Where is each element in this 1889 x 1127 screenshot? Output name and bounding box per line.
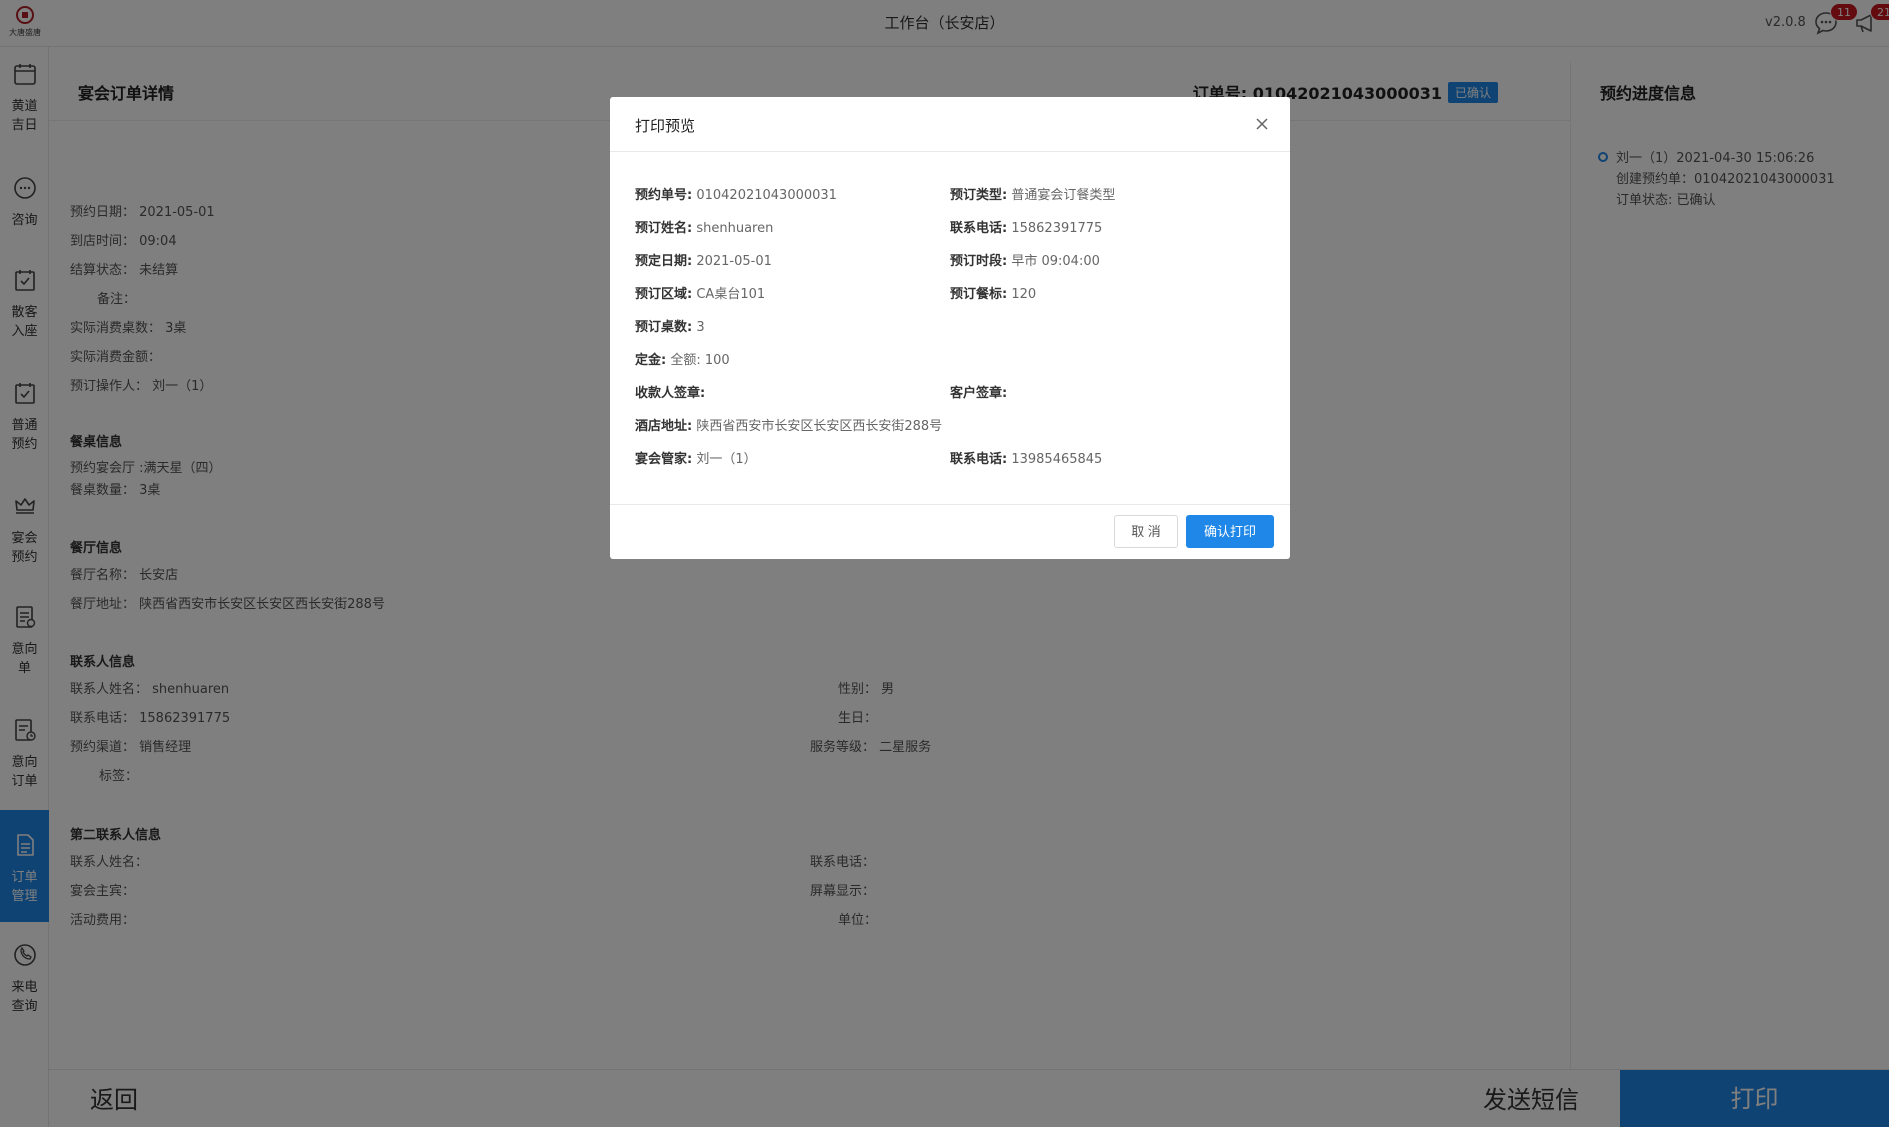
field-steward: 宴会管家: 刘一（1） [635,448,757,467]
dialog-footer: 取 消 确认打印 [610,504,1290,559]
print-preview-dialog: 打印预览 预约单号: 01042021043000031 预订类型: 普通宴会订… [610,97,1290,559]
field-tables: 预订桌数: 3 [635,316,705,335]
field-label: 宴会管家: [635,452,693,467]
field-value: 普通宴会订餐类型 [1011,188,1116,203]
field-value: shenhuaren [696,221,774,236]
field-label: 联系电话: [950,221,1008,236]
field-steward-phone: 联系电话: 13985465845 [950,448,1102,467]
field-order-no: 预约单号: 01042021043000031 [635,184,837,203]
field-label: 预约单号: [635,188,693,203]
field-value: 陕西省西安市长安区长安区西长安街288号 [696,419,943,434]
field-value: 全额: 100 [670,353,730,368]
field-area: 预订区域: CA桌台101 [635,283,765,302]
field-value: 15862391775 [1011,221,1103,236]
close-icon[interactable] [1252,114,1272,134]
field-value: 刘一（1） [696,452,757,467]
field-name: 预订姓名: shenhuaren [635,217,773,236]
field-value: 120 [1011,287,1037,302]
field-label: 酒店地址: [635,419,693,434]
field-cashier-signature: 收款人签章: [635,382,705,401]
field-label: 预订时段: [950,254,1008,269]
dialog-header: 打印预览 [610,97,1290,152]
field-period: 预订时段: 早市 09:04:00 [950,250,1100,269]
field-label: 预定日期: [635,254,693,269]
field-label: 预订桌数: [635,320,693,335]
field-deposit: 定金: 全额: 100 [635,349,730,368]
field-label: 预订姓名: [635,221,693,236]
cancel-button[interactable]: 取 消 [1114,515,1178,548]
field-label: 联系电话: [950,452,1008,467]
field-type: 预订类型: 普通宴会订餐类型 [950,184,1115,203]
field-value: 01042021043000031 [696,188,837,203]
dialog-body: 预约单号: 01042021043000031 预订类型: 普通宴会订餐类型 预… [635,152,1265,504]
field-standard: 预订餐标: 120 [950,283,1036,302]
field-label: 预订餐标: [950,287,1008,302]
field-label: 预订区域: [635,287,693,302]
field-label: 定金: [635,353,667,368]
field-phone: 联系电话: 15862391775 [950,217,1102,236]
field-value: 13985465845 [1011,452,1103,467]
field-value: 3 [696,320,705,335]
confirm-print-button[interactable]: 确认打印 [1186,515,1274,548]
field-value: 2021-05-01 [696,254,772,269]
field-value: 早市 09:04:00 [1011,254,1100,269]
field-label: 预订类型: [950,188,1008,203]
dialog-title: 打印预览 [635,117,696,135]
field-customer-signature: 客户签章: [950,382,1007,401]
field-date: 预定日期: 2021-05-01 [635,250,772,269]
field-value: CA桌台101 [696,287,766,302]
field-label: 收款人签章: [635,386,706,401]
field-label: 客户签章: [950,386,1008,401]
field-hotel-address: 酒店地址: 陕西省西安市长安区长安区西长安街288号 [635,415,942,434]
